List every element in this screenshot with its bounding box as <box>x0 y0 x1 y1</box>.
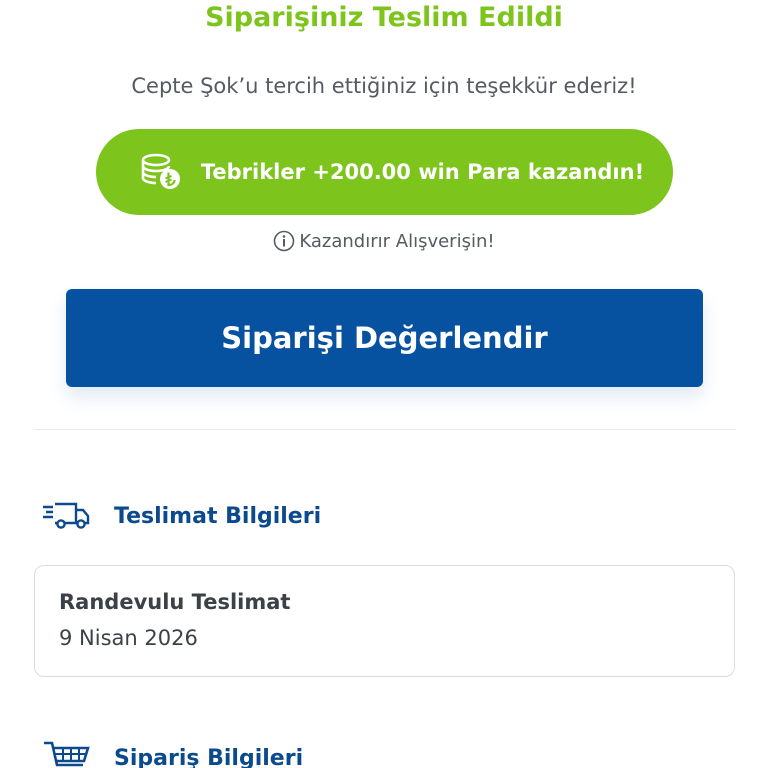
reward-text: Tebrikler +200.00 win Para kazandın! <box>200 160 645 184</box>
order-section-title: Sipariş Bilgileri <box>114 745 304 768</box>
coins-lira-icon <box>139 150 183 194</box>
divider <box>34 429 736 430</box>
order-section-header: Sipariş Bilgileri <box>42 740 303 768</box>
info-icon[interactable] <box>273 230 295 252</box>
info-text: Kazandırır Alışverişin! <box>299 230 495 252</box>
delivery-type: Randevulu Teslimat <box>59 590 291 614</box>
page-title: Siparişiniz Teslim Edildi <box>205 2 563 33</box>
delivery-date: 9 Nisan 2026 <box>59 626 198 650</box>
delivery-info-card: Randevulu Teslimat 9 Nisan 2026 <box>34 565 735 677</box>
delivery-section-title: Teslimat Bilgileri <box>114 503 322 529</box>
shopping-cart-icon <box>42 740 92 768</box>
info-line[interactable]: Kazandırır Alışverişin! <box>0 230 768 252</box>
delivery-section-header: Teslimat Bilgileri <box>42 498 321 534</box>
rate-order-button[interactable]: Siparişi Değerlendir <box>66 289 703 387</box>
thank-you-message: Cepte Şok’u tercih ettiğiniz için teşekk… <box>131 74 637 98</box>
reward-banner[interactable]: Tebrikler +200.00 win Para kazandın! <box>96 129 673 215</box>
delivery-truck-icon <box>42 498 92 534</box>
